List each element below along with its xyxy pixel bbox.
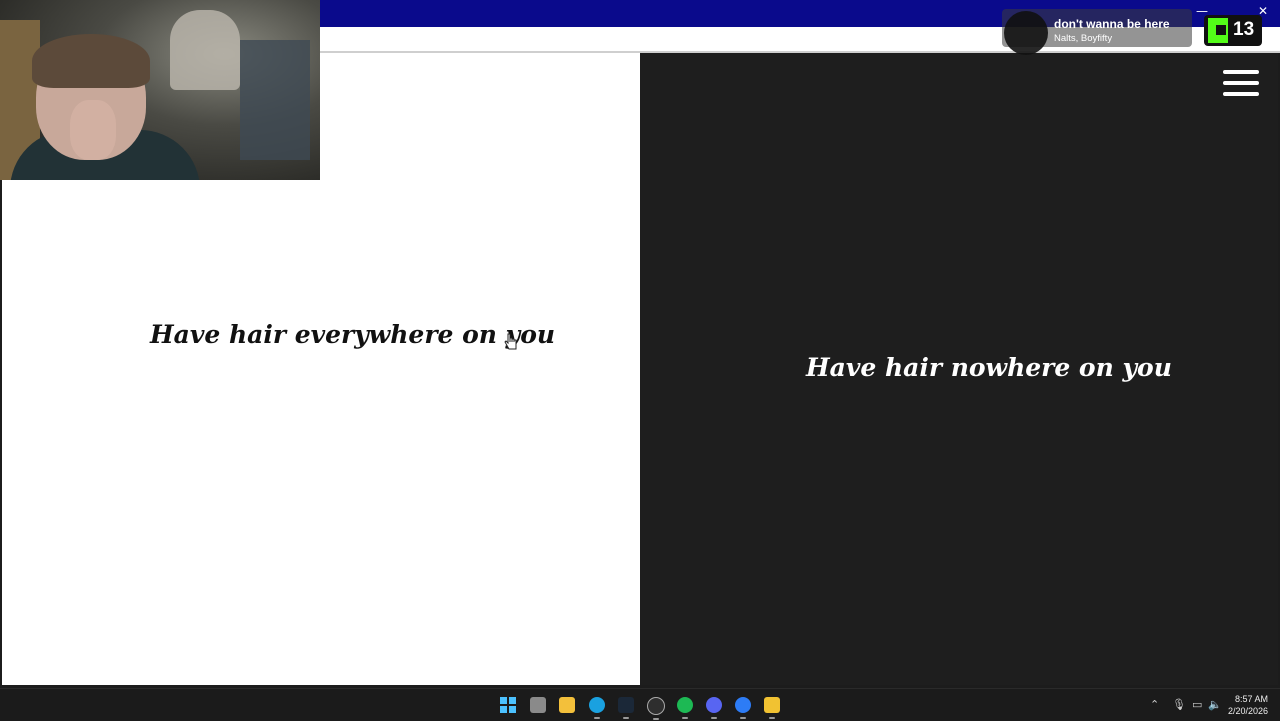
webcam-person-hair: [32, 34, 150, 88]
taskbar: ⌃ 🎙 ▭ 🔈 8:57 AM 2/20/2026: [0, 688, 1280, 721]
hamburger-menu-button[interactable]: [1223, 70, 1259, 102]
clock-date: 2/20/2026: [1227, 706, 1268, 716]
song-title: don't wanna be here: [1054, 17, 1170, 31]
menu-bar-bottom: [1223, 92, 1259, 96]
webcam-background-object: [170, 10, 240, 90]
edge-icon[interactable]: [589, 697, 605, 719]
now-playing-widget: don't wanna be here Nalts, Boyfifty: [1002, 9, 1192, 55]
discord-icon[interactable]: [706, 697, 722, 719]
volume-icon[interactable]: 🔈: [1208, 698, 1222, 711]
kick-viewer-widget: 13: [1204, 15, 1262, 46]
viewer-count: 13: [1233, 19, 1255, 40]
album-art: [1004, 11, 1048, 55]
app-icon[interactable]: [735, 697, 751, 719]
hand-cursor-icon: [504, 333, 517, 350]
menu-bar-top: [1223, 70, 1259, 74]
file-explorer-icon[interactable]: [559, 697, 575, 713]
pen-app-icon[interactable]: [764, 697, 780, 719]
file-icon[interactable]: [530, 697, 546, 713]
system-clock[interactable]: 8:57 AM 2/20/2026: [1228, 693, 1268, 717]
kick-logo-icon: [1208, 18, 1228, 43]
song-artist: Nalts, Boyfifty: [1054, 33, 1113, 44]
webcam-person-hand: [70, 100, 116, 160]
obs-icon[interactable]: [647, 697, 665, 720]
option-right-text[interactable]: Have hair nowhere on you: [806, 353, 1172, 382]
windows-start-icon[interactable]: [500, 697, 516, 713]
clock-time: 8:57 AM: [1234, 694, 1268, 704]
option-right-panel[interactable]: Have hair nowhere on you: [640, 53, 1278, 685]
network-icon[interactable]: ▭: [1192, 698, 1202, 711]
menu-bar-middle: [1223, 81, 1259, 85]
spotify-icon[interactable]: [677, 697, 693, 719]
tray-chevron-icon[interactable]: ⌃: [1150, 698, 1159, 711]
steam-icon[interactable]: [618, 697, 634, 719]
microphone-icon[interactable]: 🎙: [1172, 698, 1186, 711]
webcam-overlay: [0, 0, 320, 180]
option-left-text[interactable]: Have hair everywhere on you: [150, 320, 555, 349]
webcam-background-object: [240, 40, 310, 160]
